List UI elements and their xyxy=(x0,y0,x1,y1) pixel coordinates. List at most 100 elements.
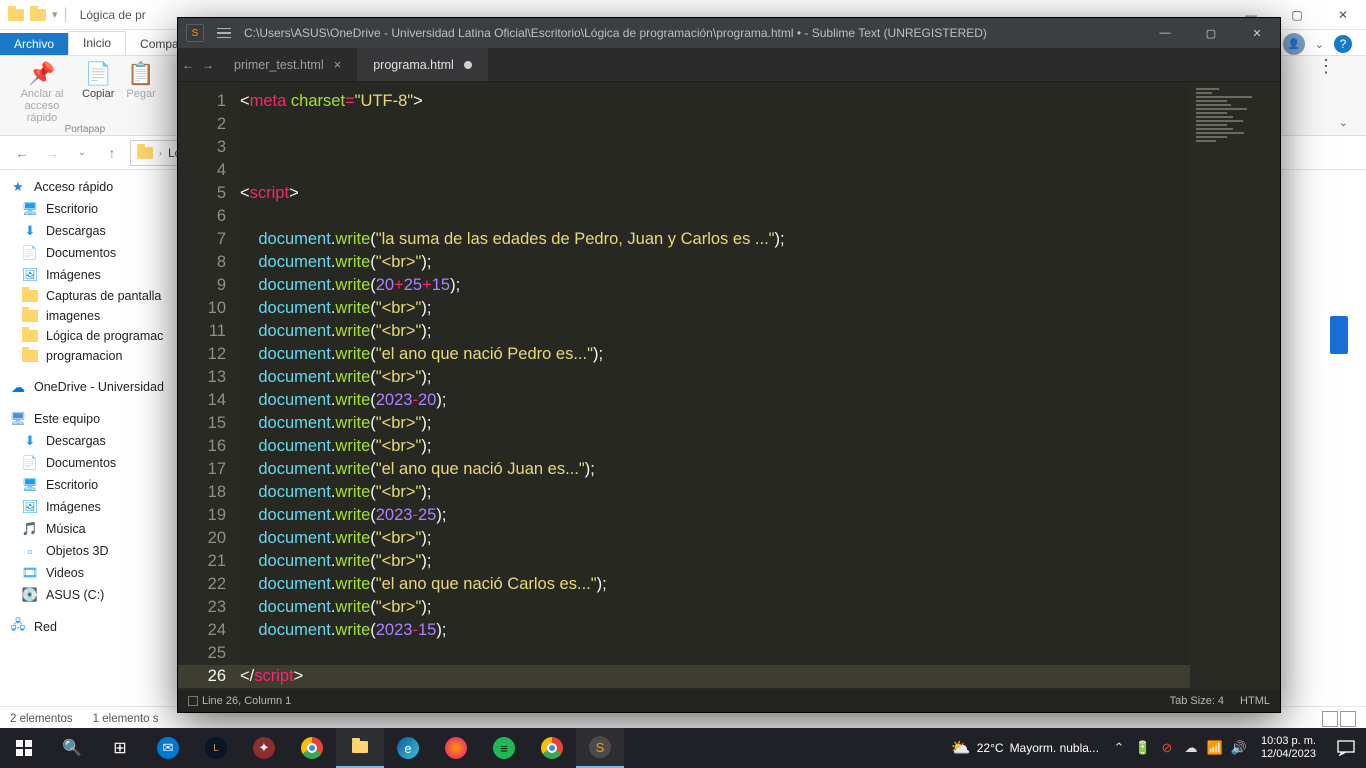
sidebar-item-pictures[interactable]: 🖼Imágenes xyxy=(0,264,177,286)
syntax-mode[interactable]: HTML xyxy=(1240,695,1270,707)
line-number[interactable]: 10 xyxy=(178,297,226,320)
sublime-titlebar[interactable]: S C:\Users\ASUS\OneDrive - Universidad L… xyxy=(178,18,1280,48)
close-button[interactable]: ✕ xyxy=(1234,18,1280,48)
sidebar-item-captures[interactable]: Capturas de pantalla xyxy=(0,286,177,306)
clock[interactable]: 10:03 p. m. 12/04/2023 xyxy=(1251,735,1326,761)
sidebar-item-music[interactable]: 🎵Música xyxy=(0,518,177,540)
line-number[interactable]: 7 xyxy=(178,228,226,251)
tab-home[interactable]: Inicio xyxy=(68,31,126,55)
taskbar-app-edge[interactable]: e xyxy=(384,728,432,768)
forward-button[interactable]: → xyxy=(40,141,64,165)
start-button[interactable] xyxy=(0,728,48,768)
wifi-icon[interactable]: 📶 xyxy=(1203,728,1227,768)
minimize-button[interactable]: — xyxy=(1142,18,1188,48)
more-options-button[interactable]: ⋮ xyxy=(1306,56,1348,77)
sidebar-item-quick-access[interactable]: ★Acceso rápido xyxy=(0,176,177,198)
sidebar-item-onedrive[interactable]: ☁OneDrive - Universidad xyxy=(0,376,177,398)
minimap[interactable] xyxy=(1190,82,1280,690)
chevron-down-icon[interactable]: ▾ xyxy=(52,8,58,21)
maximize-button[interactable]: ▢ xyxy=(1188,18,1234,48)
line-number[interactable]: 16 xyxy=(178,435,226,458)
taskbar-app-sublime[interactable]: S xyxy=(576,728,624,768)
sidebar-item-desktop2[interactable]: 🖥Escritorio xyxy=(0,474,177,496)
line-number[interactable]: 25 xyxy=(178,642,226,665)
taskbar-app-spotify[interactable]: ≡ xyxy=(480,728,528,768)
collapse-search-button[interactable]: ⌄ xyxy=(1339,116,1348,129)
line-gutter[interactable]: 1234567891011121314151617181920212223242… xyxy=(178,82,240,690)
recent-dropdown[interactable]: ⌄ xyxy=(70,141,94,165)
sidebar-item-imagenes[interactable]: imagenes xyxy=(0,306,177,326)
security-icon[interactable]: ⊘ xyxy=(1155,728,1179,768)
search-button[interactable]: 🔍 xyxy=(48,728,96,768)
taskbar-app-chrome2[interactable] xyxy=(528,728,576,768)
scrollbar-thumb[interactable] xyxy=(1330,316,1348,354)
taskbar-app-game[interactable]: ✦ xyxy=(240,728,288,768)
taskbar-app-chrome[interactable] xyxy=(288,728,336,768)
copy-button[interactable]: 📄 Copiar xyxy=(82,62,114,124)
line-number[interactable]: 23 xyxy=(178,596,226,619)
line-number[interactable]: 14 xyxy=(178,389,226,412)
line-number[interactable]: 26 xyxy=(178,665,240,688)
cursor-position[interactable]: Line 26, Column 1 xyxy=(202,695,291,707)
line-number[interactable]: 8 xyxy=(178,251,226,274)
sidebar-item-documents2[interactable]: 📄Documentos xyxy=(0,452,177,474)
line-number[interactable]: 4 xyxy=(178,159,226,182)
line-number[interactable]: 18 xyxy=(178,481,226,504)
line-number[interactable]: 21 xyxy=(178,550,226,573)
sidebar-item-desktop[interactable]: 🖥Escritorio xyxy=(0,198,177,220)
ribbon-collapse-button[interactable]: ⌄ xyxy=(1315,38,1324,51)
line-number[interactable]: 13 xyxy=(178,366,226,389)
line-number[interactable]: 6 xyxy=(178,205,226,228)
pin-quick-access-button[interactable]: 📌 Anclar al acceso rápido xyxy=(14,62,70,124)
tab-primer-test[interactable]: primer_test.html × xyxy=(218,48,357,81)
line-number[interactable]: 9 xyxy=(178,274,226,297)
line-number[interactable]: 22 xyxy=(178,573,226,596)
up-button[interactable]: ↑ xyxy=(100,141,124,165)
paste-button[interactable]: 📋 Pegar xyxy=(126,62,155,124)
taskbar-app-explorer[interactable] xyxy=(336,728,384,768)
sidebar-item-downloads2[interactable]: ⬇Descargas xyxy=(0,430,177,452)
line-number[interactable]: 24 xyxy=(178,619,226,642)
sidebar-item-this-pc[interactable]: 🖥Este equipo xyxy=(0,408,177,430)
taskbar-app-mail[interactable]: ✉ xyxy=(144,728,192,768)
sidebar-item-downloads[interactable]: ⬇Descargas xyxy=(0,220,177,242)
weather-widget[interactable]: ⛅ 22°C Mayorm. nubla... xyxy=(943,738,1107,758)
sidebar-item-network[interactable]: 🖧Red xyxy=(0,616,177,638)
line-number[interactable]: 19 xyxy=(178,504,226,527)
code-area[interactable]: <meta charset="UTF-8"> <script> document… xyxy=(240,82,1190,690)
line-number[interactable]: 1 xyxy=(178,90,226,113)
task-view-button[interactable]: ⊞ xyxy=(96,728,144,768)
line-number[interactable]: 11 xyxy=(178,320,226,343)
taskbar-app-lol[interactable]: L xyxy=(192,728,240,768)
user-avatar[interactable]: 👤 xyxy=(1283,33,1305,55)
volume-icon[interactable]: 🔊 xyxy=(1227,728,1251,768)
sidebar-item-programacion[interactable]: programacion xyxy=(0,346,177,366)
tab-programa[interactable]: programa.html xyxy=(357,48,488,81)
sidebar-item-videos[interactable]: 🎞Videos xyxy=(0,562,177,584)
editor[interactable]: 1234567891011121314151617181920212223242… xyxy=(178,82,1280,690)
taskbar-app-firefox[interactable] xyxy=(432,728,480,768)
line-number[interactable]: 20 xyxy=(178,527,226,550)
tab-close-icon[interactable]: × xyxy=(334,57,342,72)
back-button[interactable]: ← xyxy=(10,141,34,165)
tab-file[interactable]: Archivo xyxy=(0,33,68,55)
line-number[interactable]: 5 xyxy=(178,182,226,205)
close-button[interactable]: ✕ xyxy=(1320,0,1366,30)
tab-nav-left[interactable]: ← xyxy=(178,58,198,72)
sidebar-item-logica[interactable]: Lógica de programac xyxy=(0,326,177,346)
menu-button[interactable] xyxy=(212,28,236,39)
maximize-button[interactable]: ▢ xyxy=(1274,0,1320,30)
line-number[interactable]: 15 xyxy=(178,412,226,435)
sidebar-item-pictures2[interactable]: 🖼Imágenes xyxy=(0,496,177,518)
line-number[interactable]: 3 xyxy=(178,136,226,159)
tray-overflow-button[interactable]: ⌃ xyxy=(1107,728,1131,768)
console-icon[interactable] xyxy=(188,696,198,706)
line-number[interactable]: 2 xyxy=(178,113,226,136)
line-number[interactable]: 17 xyxy=(178,458,226,481)
tab-size[interactable]: Tab Size: 4 xyxy=(1170,695,1224,707)
tab-nav-right[interactable]: → xyxy=(198,58,218,72)
sidebar-item-3dobjects[interactable]: ▫Objetos 3D xyxy=(0,540,177,562)
help-icon[interactable]: ? xyxy=(1334,35,1352,53)
onedrive-tray-icon[interactable]: ☁ xyxy=(1179,728,1203,768)
sidebar-item-documents[interactable]: 📄Documentos xyxy=(0,242,177,264)
